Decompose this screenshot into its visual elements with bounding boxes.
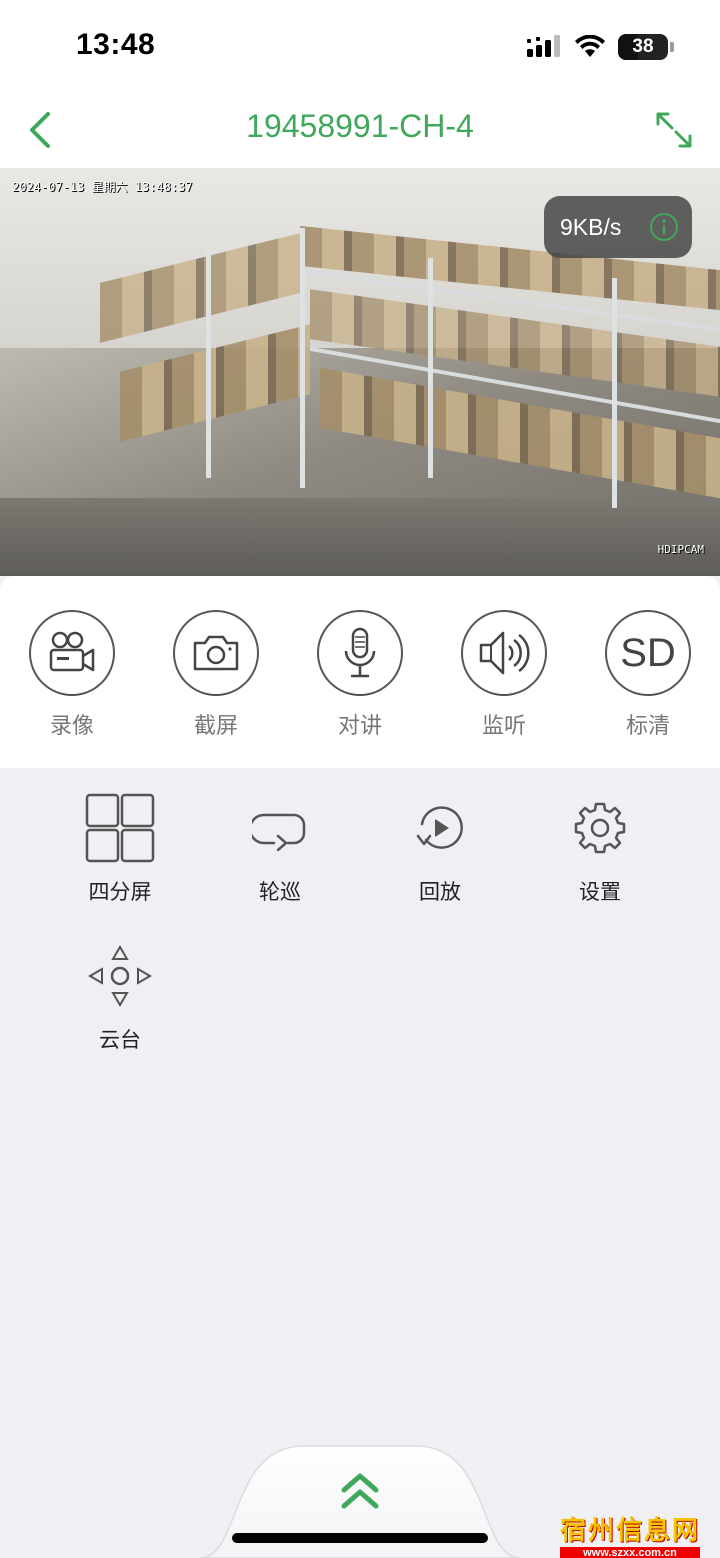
battery-level: 38 (632, 36, 654, 57)
cruise-label: 轮巡 (259, 880, 301, 904)
video-feed[interactable]: 2024-07-13 星期六 13:48:37 HDIPCAM 9KB/s (0, 168, 720, 576)
fullscreen-icon[interactable] (652, 108, 696, 152)
watermark-url: www.szxx.com.cn (559, 1547, 700, 1558)
video-floor (0, 498, 720, 576)
record-label: 录像 (49, 714, 94, 739)
ptz-label: 云台 (99, 1028, 141, 1052)
quality-button[interactable]: SD 标清 (603, 610, 693, 740)
page-title: 19458991-CH-4 (246, 108, 474, 144)
status-icons: 38 (526, 34, 674, 60)
osd-timestamp: 2024-07-13 星期六 13:48:37 (12, 180, 193, 194)
talk-button[interactable]: 对讲 (315, 610, 405, 740)
osd-brand: HDIPCAM (657, 543, 704, 556)
home-indicator (232, 1533, 488, 1543)
control-panel: 录像 截屏 对讲 监听 SD 标清 (0, 576, 720, 768)
sd-icon: SD (605, 610, 691, 696)
status-bar: 13:48 38 (0, 0, 720, 96)
sd-icon-text: SD (620, 630, 676, 675)
signal-icon (527, 35, 560, 57)
screenshot-label: 截屏 (193, 714, 238, 739)
ptz-button[interactable]: 云台 (60, 940, 180, 1054)
camera-icon (173, 610, 259, 696)
speed-text: 9KB/s (560, 213, 622, 240)
video-post (300, 228, 305, 488)
settings-button[interactable]: 设置 (540, 792, 660, 906)
battery-cap (670, 42, 674, 52)
quality-label: 标清 (625, 714, 670, 739)
video-camera-icon (29, 610, 115, 696)
status-time: 13:48 (76, 28, 156, 61)
settings-label: 设置 (579, 880, 621, 904)
ptz-icon (84, 940, 156, 1012)
quad-screen-label: 四分屏 (88, 880, 152, 904)
quad-screen-button[interactable]: 四分屏 (60, 792, 180, 906)
playback-label: 回放 (419, 880, 461, 904)
screenshot-button[interactable]: 截屏 (171, 610, 261, 740)
wifi-icon (575, 35, 605, 57)
speaker-icon (461, 610, 547, 696)
video-post (428, 258, 433, 478)
playback-icon (404, 792, 476, 864)
microphone-icon (317, 610, 403, 696)
battery-icon: 38 (618, 34, 668, 60)
video-post (206, 238, 211, 478)
info-icon[interactable] (649, 212, 679, 242)
listen-label: 监听 (481, 714, 526, 739)
video-post (612, 278, 617, 508)
record-button[interactable]: 录像 (27, 610, 117, 740)
watermark-title: 宿州信息网 (559, 1516, 700, 1546)
cycle-icon (244, 792, 316, 864)
gear-icon (564, 792, 636, 864)
nav-bar: 19458991-CH-4 (0, 96, 720, 168)
grid-icon (84, 792, 156, 864)
listen-button[interactable]: 监听 (459, 610, 549, 740)
talk-label: 对讲 (337, 714, 382, 739)
playback-button[interactable]: 回放 (380, 792, 500, 906)
watermark: 宿州信息网 www.szxx.com.cn (559, 1510, 700, 1558)
cruise-button[interactable]: 轮巡 (220, 792, 340, 906)
speed-badge[interactable]: 9KB/s (544, 196, 692, 258)
